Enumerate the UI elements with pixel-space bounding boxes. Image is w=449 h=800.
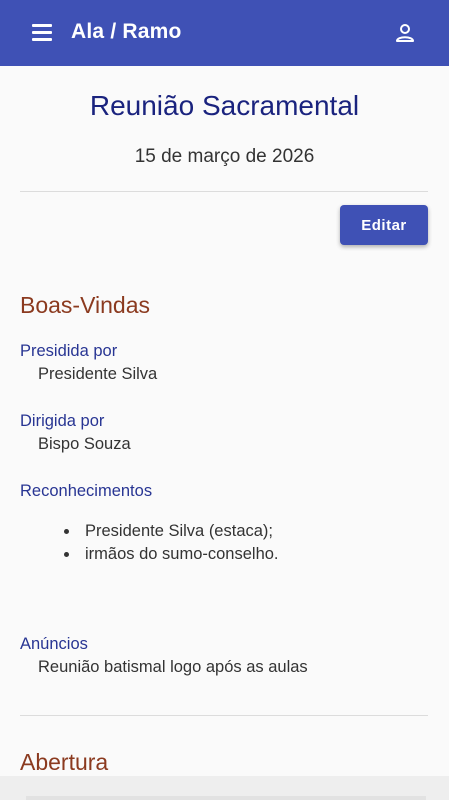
list-item: Presidente Silva (estaca);: [0, 520, 279, 543]
conducted-by-label: Dirigida por: [20, 412, 105, 430]
meeting-date: 15 de março de 2026: [134, 146, 315, 167]
section-title-boas-vindas: Boas-Vindas: [20, 292, 150, 318]
meeting-content: Reunião Sacramental 15 de março de 2026 …: [0, 66, 449, 776]
acknowledgements-list: Presidente Silva (estaca); irmãos do sum…: [0, 520, 279, 566]
announcements-label: Anúncios: [20, 635, 88, 653]
person-icon[interactable]: [394, 22, 416, 44]
bottom-bar: [0, 776, 449, 800]
edit-button[interactable]: Editar: [340, 205, 428, 245]
section-title-abertura: Abertura: [20, 749, 109, 775]
meeting-title: Reunião Sacramental: [89, 90, 360, 121]
announcements-value: Reunião batismal logo após as aulas: [38, 658, 308, 676]
app-bar: Ala / Ramo: [0, 0, 449, 66]
conducted-by-value: Bispo Souza: [38, 435, 131, 453]
menu-icon[interactable]: [32, 24, 54, 42]
presided-by-label: Presidida por: [20, 342, 118, 360]
divider: [20, 715, 428, 716]
presided-by-value: Presidente Silva: [38, 365, 158, 383]
app-title: Ala / Ramo: [71, 20, 182, 43]
list-item: irmãos do sumo-conselho.: [0, 543, 279, 566]
divider: [20, 191, 428, 192]
acknowledgements-label: Reconhecimentos: [20, 482, 153, 500]
